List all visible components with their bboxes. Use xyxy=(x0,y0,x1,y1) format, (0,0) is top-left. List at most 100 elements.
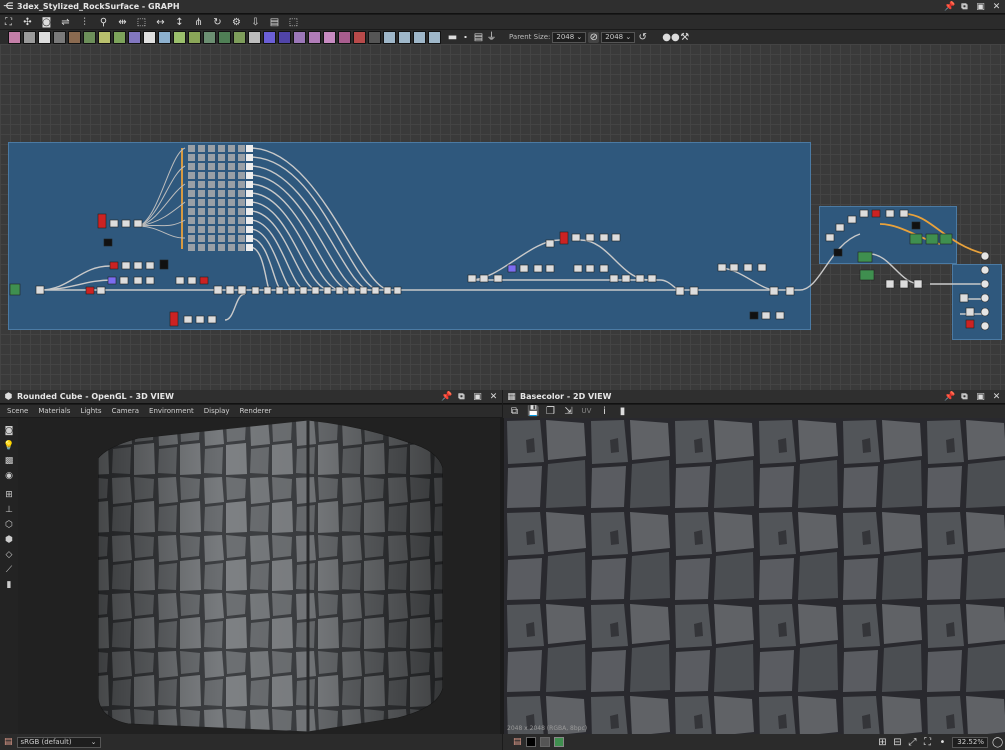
distance-node-icon[interactable] xyxy=(173,30,186,44)
link-icon[interactable]: ⇌ xyxy=(60,17,71,28)
link-size-icon[interactable]: ⊘ xyxy=(588,31,600,43)
levels-node-icon[interactable] xyxy=(68,30,81,44)
pin-icon[interactable]: 📌 xyxy=(944,2,955,12)
blend-node-icon[interactable] xyxy=(53,30,66,44)
tile-node-icon[interactable] xyxy=(143,30,156,44)
settings-icon[interactable]: ⚙ xyxy=(231,17,242,28)
view3d-viewport[interactable] xyxy=(18,418,500,734)
grid-icon[interactable]: ⊞ xyxy=(0,490,18,505)
color-wheel-icon[interactable] xyxy=(263,30,276,44)
align-h-icon[interactable]: ↔ xyxy=(155,17,166,28)
layout-b-icon[interactable] xyxy=(398,30,411,44)
float-icon[interactable]: ⧉ xyxy=(960,2,969,12)
grid-icon[interactable]: ⊞ xyxy=(877,737,888,748)
layers-icon[interactable]: ▤ xyxy=(513,737,522,747)
normal-node-icon[interactable] xyxy=(128,30,141,44)
graph-canvas[interactable] xyxy=(0,44,1005,390)
pixel-processor-icon[interactable] xyxy=(338,30,351,44)
layout-c-icon[interactable] xyxy=(413,30,426,44)
close-icon[interactable]: ✕ xyxy=(992,392,1001,402)
float-icon[interactable]: ⧉ xyxy=(960,392,969,402)
link-break-icon[interactable]: ⇹ xyxy=(117,17,128,28)
layers-icon[interactable]: ▤ xyxy=(4,737,13,747)
split-icon[interactable]: ⋔ xyxy=(193,17,204,28)
pin-node-icon[interactable]: ⬝ xyxy=(460,32,471,43)
menu-scene[interactable]: Scene xyxy=(7,407,28,415)
output-node-icon[interactable] xyxy=(38,30,51,44)
sharpen-node-icon[interactable] xyxy=(203,30,216,44)
layout-d-icon[interactable] xyxy=(428,30,441,44)
warp-node-icon[interactable] xyxy=(83,30,96,44)
align-icon[interactable]: ⫶ xyxy=(79,17,90,28)
zoom-dot-icon[interactable]: • xyxy=(937,737,948,748)
camera-icon[interactable]: ◙ xyxy=(41,17,52,28)
transform-icon[interactable]: ⟋ xyxy=(0,565,18,580)
color-bg-icon[interactable] xyxy=(553,737,564,747)
view2d-viewport[interactable]: 2048 x 2048 (RGBA, 8bpc) xyxy=(504,418,1005,734)
hsl-node-icon[interactable] xyxy=(188,30,201,44)
cube-icon[interactable]: ⬡ xyxy=(0,520,18,535)
black-bg-icon[interactable] xyxy=(525,737,536,747)
light-icon[interactable]: 💡 xyxy=(0,441,18,456)
close-icon[interactable]: ✕ xyxy=(992,2,1001,12)
tweak-icon[interactable]: ⚒ xyxy=(679,32,690,43)
environment-icon[interactable]: ▩ xyxy=(0,456,18,471)
layout-a-icon[interactable] xyxy=(383,30,396,44)
pin-icon[interactable]: 📌 xyxy=(944,392,955,402)
histogram-icon[interactable]: ▮ xyxy=(617,406,628,417)
menu-camera[interactable]: Camera xyxy=(112,407,139,415)
maximize-icon[interactable]: ▣ xyxy=(976,392,985,402)
atomic-node-icon[interactable] xyxy=(8,30,21,44)
zoom-field[interactable]: 32.52% xyxy=(952,736,988,748)
plane-icon[interactable]: ◇ xyxy=(0,550,18,565)
uniform-color-icon[interactable] xyxy=(23,30,36,44)
svg-node-icon[interactable] xyxy=(308,30,321,44)
cube-wire-icon[interactable]: ⬢ xyxy=(0,535,18,550)
export-icon[interactable]: ⇩ xyxy=(250,17,261,28)
comment-icon[interactable]: ▤ xyxy=(269,17,280,28)
value-processor-icon[interactable] xyxy=(353,30,366,44)
center-icon[interactable]: ✣ xyxy=(22,17,33,28)
info-icon[interactable]: i xyxy=(599,406,610,417)
menu-display[interactable]: Display xyxy=(204,407,230,415)
save-icon[interactable]: 💾 xyxy=(527,406,539,417)
reset-icon[interactable]: ↺ xyxy=(637,32,648,43)
frame-node-icon[interactable]: ▤ xyxy=(473,32,484,43)
parent-size-select[interactable]: 2048 ⌄ xyxy=(552,31,587,43)
maximize-icon[interactable]: ▣ xyxy=(473,392,482,402)
gray-bg-icon[interactable] xyxy=(539,737,550,747)
copy-icon[interactable]: ⧉ xyxy=(509,406,520,417)
text-node-icon[interactable] xyxy=(293,30,306,44)
frame-icon[interactable]: ⛶ xyxy=(3,17,14,28)
frame-select-icon[interactable]: ⬚ xyxy=(288,17,299,28)
bitmap-node-icon[interactable] xyxy=(323,30,336,44)
fxmap-node-icon[interactable] xyxy=(278,30,291,44)
input-node-icon[interactable] xyxy=(368,30,381,44)
histogram-icon[interactable]: ▮ xyxy=(0,580,18,595)
refresh-icon[interactable]: ↻ xyxy=(212,17,223,28)
comment-icon[interactable]: ▬ xyxy=(447,32,458,43)
zoom-reset-icon[interactable]: ◯ xyxy=(992,737,1003,748)
render-icon[interactable]: ◉ xyxy=(0,471,18,486)
menu-renderer[interactable]: Renderer xyxy=(240,407,272,415)
gradient-node-icon[interactable] xyxy=(98,30,111,44)
duplicate-icon[interactable]: ❐ xyxy=(545,406,556,417)
align-v-icon[interactable]: ↕ xyxy=(174,17,185,28)
pin-icon[interactable]: 📌 xyxy=(441,392,452,402)
menu-lights[interactable]: Lights xyxy=(80,407,101,415)
float-icon[interactable]: ⧉ xyxy=(457,392,466,402)
camera-icon[interactable]: ◙ xyxy=(0,426,18,441)
uv-icon[interactable]: UV xyxy=(581,406,592,417)
fit-icon[interactable]: ⤢ xyxy=(907,737,918,748)
tile-icon[interactable]: ⊟ xyxy=(892,737,903,748)
menu-environment[interactable]: Environment xyxy=(149,407,194,415)
transform-node-icon[interactable] xyxy=(158,30,171,44)
emboss-node-icon[interactable] xyxy=(218,30,231,44)
gradient-map-node-icon[interactable] xyxy=(233,30,246,44)
fullscreen-icon[interactable]: ⛶ xyxy=(922,737,933,748)
axis-icon[interactable]: ⊥ xyxy=(0,505,18,520)
colorspace-select[interactable]: sRGB (default) ⌄ xyxy=(16,736,101,748)
search-icon[interactable]: ⚲ xyxy=(98,17,109,28)
curve-node-icon[interactable] xyxy=(113,30,126,44)
menu-materials[interactable]: Materials xyxy=(38,407,70,415)
